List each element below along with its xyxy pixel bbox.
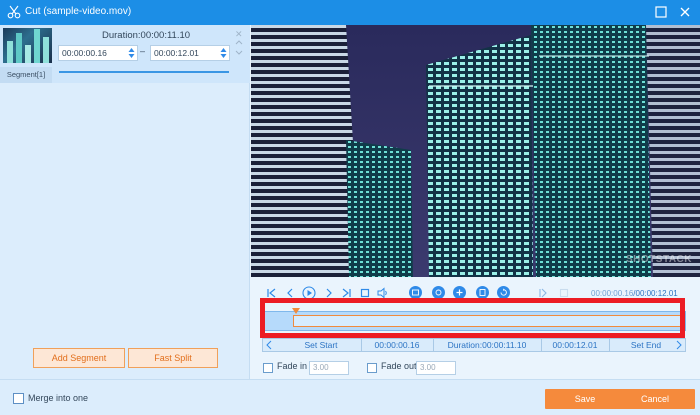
video-preview[interactable]: SHOTSTACK: [251, 25, 700, 277]
range-separator: –: [140, 46, 146, 56]
segment-duration: Duration:00:00:11.10: [102, 30, 191, 41]
fast-split-button[interactable]: Fast Split: [128, 348, 218, 368]
set-start-button[interactable]: Set Start: [283, 339, 359, 351]
segment-thumbnail: [3, 28, 52, 63]
segment-progress-bar: [59, 71, 229, 73]
merge-checkbox[interactable]: [13, 393, 24, 404]
trim-bar: Set Start 00:00:00.16 Duration:00:00:11.…: [262, 338, 686, 352]
segment-start-field[interactable]: 00:00:00.16: [58, 45, 138, 61]
segment-card[interactable]: Segment[1] Duration:00:00:11.10 ✕ 00:00:…: [0, 25, 250, 83]
footer: Merge into one Save Cancel: [0, 379, 700, 415]
trim-right-arrow-icon[interactable]: [676, 340, 682, 350]
total-time: /00:00:12.01: [633, 289, 678, 298]
segment-end-field[interactable]: 00:00:12.01: [150, 45, 230, 61]
fade-in-checkbox[interactable]: [263, 363, 273, 373]
scissors-icon: [7, 5, 21, 19]
current-time: 00:00:00.16: [591, 289, 634, 298]
start-spinner-icon[interactable]: [128, 47, 135, 59]
trim-divider: [433, 339, 434, 351]
fade-in-input[interactable]: 3.00: [309, 361, 349, 375]
segment-panel: Segment[1] Duration:00:00:11.10 ✕ 00:00:…: [0, 25, 250, 379]
trim-left-arrow-icon[interactable]: [266, 340, 272, 350]
fade-out-label: Fade out: [381, 361, 417, 371]
playback-time: 00:00:00.16/00:00:12.01: [591, 289, 678, 298]
window-title: Cut (sample-video.mov): [25, 6, 132, 17]
set-end-button[interactable]: Set End: [613, 339, 679, 351]
highlight-box: [260, 298, 685, 338]
segment-reorder-icon[interactable]: [235, 39, 243, 59]
maximize-icon[interactable]: [654, 5, 668, 19]
editor-controls: 00:00:00.16/00:00:12.01 Set Start 00:00:…: [251, 277, 700, 379]
fade-in-label: Fade in: [277, 361, 308, 371]
close-icon[interactable]: [678, 5, 692, 19]
video-watermark: SHOTSTACK: [626, 254, 692, 265]
fade-out-checkbox[interactable]: [367, 363, 377, 373]
fade-out-input[interactable]: 3.00: [416, 361, 456, 375]
cancel-button[interactable]: Cancel: [615, 389, 695, 409]
video-frame: [251, 25, 700, 277]
add-segment-button[interactable]: Add Segment: [33, 348, 125, 368]
fade-in-value: 3.00: [313, 363, 329, 372]
trim-end-time[interactable]: 00:00:12.01: [543, 339, 607, 351]
trim-divider: [609, 339, 610, 351]
segment-start-value: 00:00:00.16: [62, 48, 107, 58]
fade-out-value: 3.00: [420, 363, 436, 372]
trim-start-time[interactable]: 00:00:00.16: [363, 339, 431, 351]
segment-label: Segment[1]: [0, 67, 52, 83]
save-button[interactable]: Save: [545, 389, 625, 409]
trim-divider: [361, 339, 362, 351]
trim-duration: Duration:00:00:11.10: [447, 340, 527, 350]
segment-end-value: 00:00:12.01: [154, 48, 199, 58]
trim-divider: [541, 339, 542, 351]
end-spinner-icon[interactable]: [220, 47, 227, 59]
title-bar: Cut (sample-video.mov): [0, 0, 700, 25]
merge-label: Merge into one: [28, 393, 89, 403]
